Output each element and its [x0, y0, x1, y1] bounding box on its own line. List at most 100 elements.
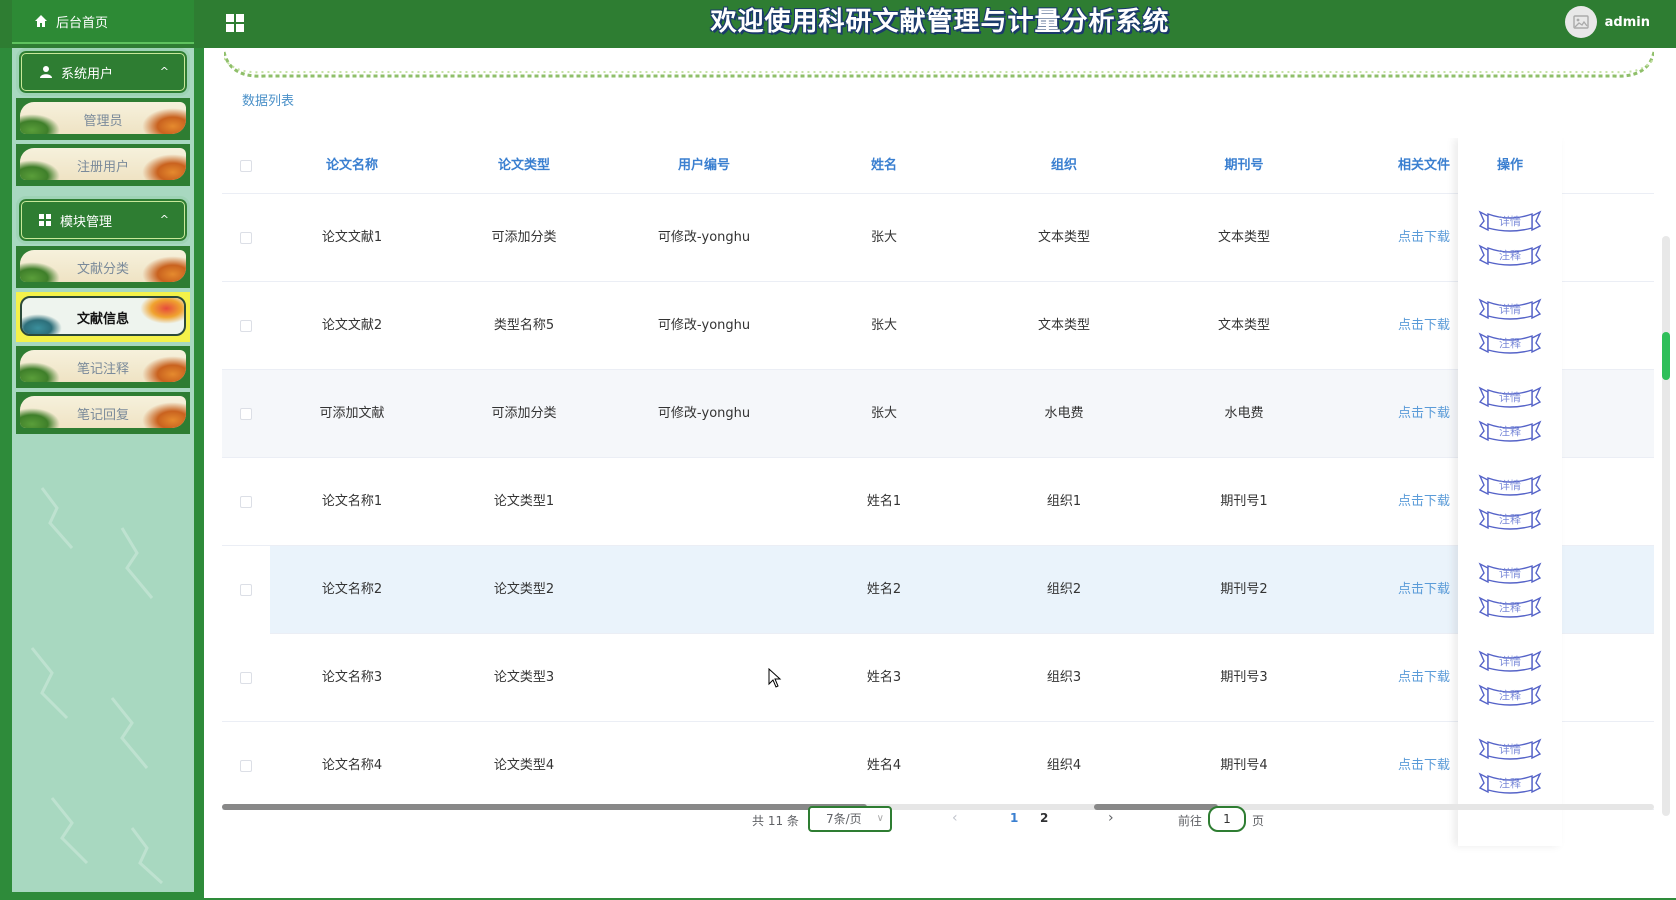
image-placeholder-icon: [1572, 15, 1589, 29]
column-header-org[interactable]: 组织: [974, 138, 1154, 194]
actions-cell: 详情 注释: [1458, 194, 1562, 282]
cell-type: 论文类型1: [493, 494, 555, 509]
sidebar-group-module-management[interactable]: 模块管理 ^: [16, 196, 190, 244]
page-size-select[interactable]: 7条/页 ∨: [808, 806, 892, 832]
detail-button[interactable]: 详情: [1478, 472, 1542, 498]
row-checkbox[interactable]: [240, 232, 252, 244]
note-button-label: 注释: [1499, 337, 1521, 350]
vertical-scrollbar-thumb[interactable]: [1662, 332, 1670, 380]
chevron-up-icon: ^: [159, 213, 169, 226]
pagination: 共 11 条 7条/页 ∨ ‹ 1 2 › 前往 页: [204, 806, 1676, 836]
data-table: 论文名称 论文类型 用户编号 姓名 组织 期刊号 相关文件 论文文献1 可添加分类…: [222, 138, 1654, 856]
row-checkbox[interactable]: [240, 496, 252, 508]
cell-org: 文本类型: [1037, 230, 1090, 245]
column-header-person[interactable]: 姓名: [794, 138, 974, 194]
actions-cell: 详情 注释: [1458, 458, 1562, 546]
detail-button[interactable]: 详情: [1478, 736, 1542, 762]
vertical-scrollbar[interactable]: [1662, 236, 1670, 816]
table-row[interactable]: 可添加文献 可添加分类 可修改-yonghu 张大 水电费 水电费 点击下载: [222, 370, 1654, 458]
cell-person: 姓名1: [866, 494, 902, 509]
sidebar-item-admin[interactable]: 管理员: [16, 98, 190, 140]
top-bar: 后台首页 欢迎使用科研文献管理与计量分析系统 admin: [0, 0, 1676, 48]
row-checkbox[interactable]: [240, 320, 252, 332]
select-all-checkbox[interactable]: [240, 160, 252, 172]
sidebar: 系统用户 ^ 管理员 注册用户 模块管理 ^ 文献分类 文献信息 笔记注释 笔记…: [12, 48, 194, 892]
page-2-button[interactable]: 2: [1040, 811, 1048, 825]
row-checkbox[interactable]: [240, 584, 252, 596]
actions-cell: 详情 注释: [1458, 282, 1562, 370]
sidebar-group-label: 模块管理: [60, 214, 113, 230]
cell-name: 论文名称4: [321, 758, 383, 773]
vine-decoration: [224, 51, 1654, 78]
page-size-value: 7条/页: [826, 812, 862, 826]
table-header: 论文名称 论文类型 用户编号 姓名 组织 期刊号 相关文件: [222, 138, 1654, 194]
note-button-label: 注释: [1499, 513, 1521, 526]
cell-org: 组织4: [1046, 758, 1082, 773]
cell-user-id: [614, 546, 794, 634]
chevron-down-icon: ∨: [876, 813, 884, 824]
cell-name: 可添加文献: [319, 406, 385, 421]
cell-person: 姓名2: [866, 582, 902, 597]
operations-column: 操作 详情 注释 详情 注释 详情 注释 详情 注释 详情 注释 详情 注释 详情 注释: [1458, 138, 1562, 846]
detail-button[interactable]: 详情: [1478, 648, 1542, 674]
prev-page-button[interactable]: ‹: [952, 810, 958, 826]
page-1-button[interactable]: 1: [1010, 811, 1018, 825]
main-panel: 数据列表 论文名称 论文类型 用户编号 姓名 组织 期刊号 相关文件 论文文献1…: [204, 48, 1676, 898]
sidebar-item-label: 文献信息: [76, 311, 129, 327]
sidebar-item-note-replies[interactable]: 笔记回复: [16, 392, 190, 434]
sidebar-item-label: 管理员: [83, 113, 123, 129]
goto-page-input[interactable]: [1208, 806, 1246, 832]
column-header-name[interactable]: 论文名称: [270, 138, 434, 194]
detail-button[interactable]: 详情: [1478, 208, 1542, 234]
detail-button-label: 详情: [1499, 655, 1521, 668]
note-button-label: 注释: [1499, 249, 1521, 262]
cell-name: 论文文献1: [321, 230, 383, 245]
actions-cell: 详情 注释: [1458, 546, 1562, 634]
cell-person: 姓名3: [866, 670, 902, 685]
user-menu[interactable]: admin: [1564, 6, 1650, 38]
table-row[interactable]: 论文文献1 可添加分类 可修改-yonghu 张大 文本类型 文本类型 点击下载: [222, 194, 1654, 282]
table-row[interactable]: 论文文献2 类型名称5 可修改-yonghu 张大 文本类型 文本类型 点击下载: [222, 282, 1654, 370]
table-row[interactable]: 论文名称2 论文类型2 姓名2 组织2 期刊号2 点击下载: [222, 546, 1654, 634]
sidebar-item-registered-users[interactable]: 注册用户: [16, 144, 190, 186]
note-button[interactable]: 注释: [1478, 594, 1542, 620]
next-page-button[interactable]: ›: [1108, 810, 1114, 826]
detail-button[interactable]: 详情: [1478, 560, 1542, 586]
table-row[interactable]: 论文名称1 论文类型1 姓名1 组织1 期刊号1 点击下载: [222, 458, 1654, 546]
table-row[interactable]: 论文名称3 论文类型3 姓名3 组织3 期刊号3 点击下载: [222, 634, 1654, 722]
sidebar-item-literature-category[interactable]: 文献分类: [16, 246, 190, 288]
goto-suffix: 页: [1252, 814, 1265, 828]
cell-journal: 文本类型: [1217, 230, 1270, 245]
cell-person: 姓名4: [866, 758, 902, 773]
row-checkbox[interactable]: [240, 760, 252, 772]
chevron-up-icon: ^: [159, 65, 169, 78]
note-button[interactable]: 注释: [1478, 418, 1542, 444]
sidebar-item-literature-info[interactable]: 文献信息: [16, 292, 190, 342]
detail-button-label: 详情: [1499, 391, 1521, 404]
note-button-label: 注释: [1499, 777, 1521, 790]
cell-type: 可添加分类: [491, 406, 557, 421]
sidebar-item-notes[interactable]: 笔记注释: [16, 346, 190, 388]
table-row[interactable]: 论文名称4 论文类型4 姓名4 组织4 期刊号4 点击下载: [222, 722, 1654, 810]
column-header-journal[interactable]: 期刊号: [1154, 138, 1334, 194]
cell-name: 论文名称3: [321, 670, 383, 685]
note-button[interactable]: 注释: [1478, 330, 1542, 356]
note-button[interactable]: 注释: [1478, 770, 1542, 796]
row-checkbox[interactable]: [240, 408, 252, 420]
site-title: 欢迎使用科研文献管理与计量分析系统: [710, 7, 1170, 37]
sidebar-group-system-users[interactable]: 系统用户 ^: [16, 48, 190, 96]
home-button[interactable]: 后台首页: [12, 0, 194, 44]
cell-person: 张大: [870, 230, 897, 245]
menu-toggle-grid-icon[interactable]: [224, 12, 246, 34]
note-button[interactable]: 注释: [1478, 506, 1542, 532]
detail-button[interactable]: 详情: [1478, 384, 1542, 410]
note-button[interactable]: 注释: [1478, 682, 1542, 708]
note-button[interactable]: 注释: [1478, 242, 1542, 268]
actions-cell: 详情 注释: [1458, 370, 1562, 458]
column-header-user-id[interactable]: 用户编号: [614, 138, 794, 194]
detail-button[interactable]: 详情: [1478, 296, 1542, 322]
cell-user-id: 可修改-yonghu: [657, 318, 751, 333]
row-checkbox[interactable]: [240, 672, 252, 684]
column-header-type[interactable]: 论文类型: [434, 138, 614, 194]
cell-type: 可添加分类: [491, 230, 557, 245]
